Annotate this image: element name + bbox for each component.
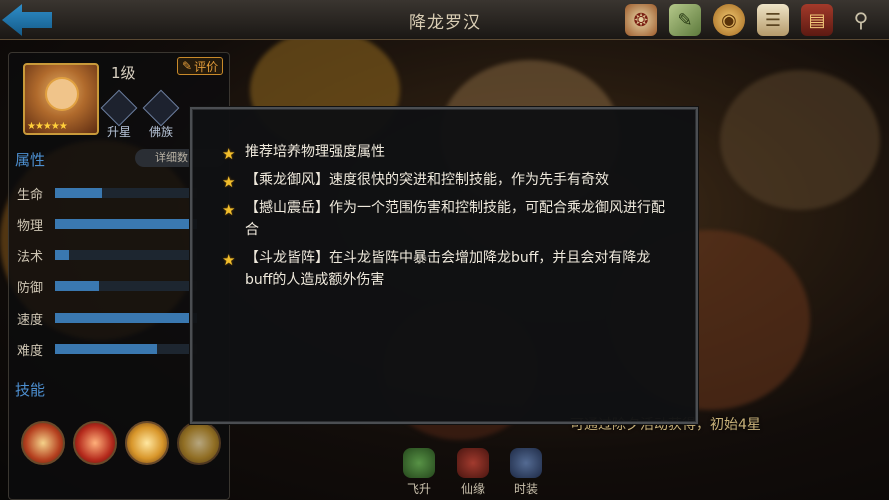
tip-item: ★ 【乘龙御风】速度很快的突进和控制技能，作为先手有奇效: [222, 169, 672, 191]
tab-label: 飞升: [406, 482, 431, 496]
stat-bar-fill: [55, 219, 197, 229]
tip-text: 【乘龙御风】速度很快的突进和控制技能，作为先手有奇效: [245, 172, 609, 188]
stat-bar-fill: [55, 281, 100, 291]
tip-item: ★ 【斗龙皆阵】在斗龙皆阵中暴击会增加降龙buff，并且会对有降龙buff的人造…: [222, 247, 672, 291]
stat-label: 物理: [17, 219, 44, 234]
stat-label: 防御: [17, 281, 44, 296]
skills-heading: 技能: [15, 381, 46, 399]
star-icon: ★: [222, 251, 236, 269]
stat-label: 生命: [17, 188, 44, 203]
hero-tips-dialog[interactable]: ★ 推荐培养物理强度属性 ★ 【乘龙御风】速度很快的突进和控制技能，作为先手有奇…: [190, 107, 698, 424]
star-icon: ★: [222, 145, 236, 163]
skill-icon[interactable]: [125, 421, 169, 465]
stat-bar: [55, 344, 197, 354]
coin-icon[interactable]: ◉: [713, 4, 745, 36]
tip-text: 推荐培养物理强度属性: [245, 144, 385, 160]
book-icon[interactable]: ▤: [801, 4, 833, 36]
stat-bar-fill: [55, 188, 102, 198]
skill-icon[interactable]: [73, 421, 117, 465]
page-title: 降龙罗汉: [409, 13, 481, 33]
hero-star-rating: ★★★★★: [27, 121, 68, 132]
stat-label: 难度: [17, 344, 44, 359]
hero-portrait[interactable]: ★★★★★: [23, 63, 99, 135]
buddhist-race-icon: [142, 89, 180, 127]
skill-icon[interactable]: [177, 421, 221, 465]
scroll-icon[interactable]: ✎: [669, 4, 701, 36]
top-bar: 降龙罗汉 ❂ ✎ ◉ ☰ ▤ ⚲: [0, 0, 889, 40]
skill-icon[interactable]: [21, 421, 65, 465]
tip-text: 【撼山震岳】作为一个范围伤害和控制技能，可配合乘龙御风进行配合: [245, 200, 665, 238]
document-icon[interactable]: ☰: [757, 4, 789, 36]
star-up-icon: [100, 89, 138, 127]
tab-label: 仙缘: [460, 482, 485, 496]
star-icon: ★: [222, 201, 236, 219]
stat-bar: [55, 281, 197, 291]
stat-bar-fill: [55, 313, 197, 323]
hero-face: [45, 77, 79, 111]
stat-bar: [55, 313, 197, 323]
stat-label: 法术: [17, 250, 44, 265]
ascend-icon: [403, 448, 435, 478]
search-icon[interactable]: ⚲: [845, 4, 877, 36]
seal-icon[interactable]: ❂: [625, 4, 657, 36]
stat-bar: [55, 188, 197, 198]
tab-costume[interactable]: 时装: [503, 448, 549, 497]
hero-level: 1级: [111, 64, 136, 82]
tip-text: 【斗龙皆阵】在斗龙皆阵中暴击会增加降龙buff，并且会对有降龙buff的人造成额…: [245, 250, 651, 288]
stat-bar-fill: [55, 344, 158, 354]
star-icon: ★: [222, 173, 236, 191]
back-arrow-icon[interactable]: [2, 4, 52, 36]
stat-bar: [55, 219, 197, 229]
tip-item: ★ 【撼山震岳】作为一个范围伤害和控制技能，可配合乘龙御风进行配合: [222, 197, 672, 241]
stat-label: 速度: [17, 313, 44, 328]
tab-ascend[interactable]: 飞升: [396, 448, 442, 497]
rate-button-label: 评价: [194, 59, 219, 74]
costume-icon: [510, 448, 542, 478]
stat-bar-fill: [55, 250, 70, 260]
star-up-badge[interactable]: 升星: [100, 89, 138, 140]
stat-bar: [55, 250, 197, 260]
fate-icon: [457, 448, 489, 478]
race-badge[interactable]: 佛族: [142, 89, 180, 140]
tip-item: ★ 推荐培养物理强度属性: [222, 141, 672, 163]
tab-label: 时装: [513, 482, 538, 496]
edit-icon: ✎: [182, 59, 193, 73]
top-icon-bar: ❂ ✎ ◉ ☰ ▤ ⚲: [625, 4, 877, 36]
rate-button[interactable]: ✎ 评价: [177, 57, 224, 75]
tab-fate[interactable]: 仙缘: [450, 448, 496, 497]
